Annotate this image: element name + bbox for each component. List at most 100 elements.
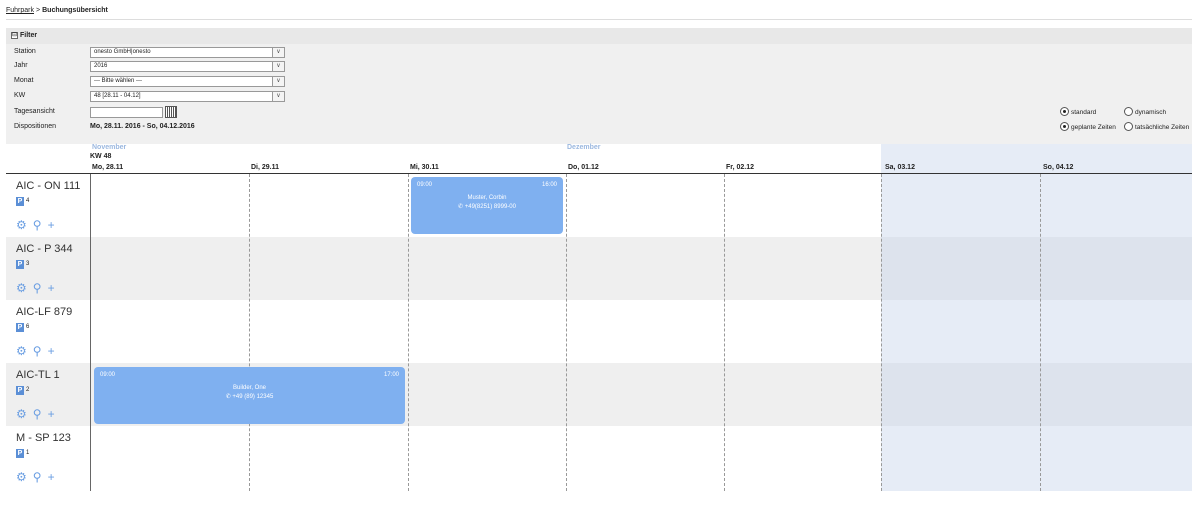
radio-icon[interactable] (1124, 107, 1133, 116)
grid-line (1040, 174, 1041, 491)
vehicle-name: AIC - P 344 (16, 243, 73, 255)
booking-block[interactable]: 09:00 17:00 Builder, One ✆ +49 (89) 1234… (94, 367, 405, 424)
booking-end-time: 17:00 (383, 372, 399, 378)
plus-icon[interactable]: + (48, 219, 55, 231)
page-title: Buchungsübersicht (42, 7, 108, 14)
p-badge: P (16, 260, 24, 269)
chevron-down-icon[interactable]: ∨ (272, 62, 284, 71)
vehicle-row (6, 426, 1192, 489)
gear-icon[interactable]: ⚙ (16, 219, 27, 231)
collapse-icon[interactable]: ⊟ (11, 32, 18, 39)
filter-panel: ⊟ Filter Station onesto GmbH|onesto ∨ Jah… (6, 28, 1192, 144)
booking-block[interactable]: 09:00 16:00 Muster, Corbin ✆ +49(8251) 8… (411, 177, 563, 234)
tagesansicht-label: Tagesansicht (14, 108, 55, 115)
p-count: 4 (26, 198, 30, 204)
vehicle-name: M - SP 123 (16, 432, 71, 444)
plus-icon[interactable]: + (48, 471, 55, 483)
vehicle-name: AIC-LF 879 (16, 306, 73, 318)
vehicle-actions: ⚙ ⚲ + (16, 471, 61, 483)
plus-icon[interactable]: + (48, 408, 55, 420)
vehicle-name: AIC - ON 111 (16, 180, 81, 192)
vehicle-cell: M - SP 123 P 1 ⚙ ⚲ + (6, 426, 90, 489)
grid-line (881, 174, 882, 491)
view-standard-radio[interactable]: standard (1060, 107, 1096, 116)
month-label-november: November (92, 144, 127, 151)
vehicle-actions: ⚙ ⚲ + (16, 282, 61, 294)
radio-icon[interactable] (1124, 122, 1133, 131)
grid-line (724, 174, 725, 491)
breadcrumb-link-fuhrpark[interactable]: Fuhrpark (6, 7, 34, 14)
monat-label: Monat (14, 77, 34, 84)
plus-icon[interactable]: + (48, 282, 55, 294)
gear-icon[interactable]: ⚙ (16, 408, 27, 420)
kw-select[interactable]: 48 [28.11 - 04.12] ∨ (90, 91, 285, 102)
vehicle-row (6, 300, 1192, 363)
station-value: onesto GmbH|onesto (94, 49, 151, 55)
p-badge: P (16, 197, 24, 206)
station-select[interactable]: onesto GmbH|onesto ∨ (90, 47, 285, 58)
search-icon[interactable]: ⚲ (33, 219, 42, 231)
p-badge: P (16, 449, 24, 458)
dispositionen-row: Dispositionen Mo, 28.11. 2016 - So, 04.1… (6, 122, 406, 134)
gear-icon[interactable]: ⚙ (16, 282, 27, 294)
vehicle-actions: ⚙ ⚲ + (16, 408, 61, 420)
chevron-down-icon[interactable]: ∨ (272, 48, 284, 57)
vehicle-cell: AIC - P 344 P 3 ⚙ ⚲ + (6, 237, 90, 300)
p-count: 3 (26, 261, 30, 267)
vehicle-row (6, 174, 1192, 237)
gear-icon[interactable]: ⚙ (16, 345, 27, 357)
p-badge: P (16, 323, 24, 332)
radio-selected-icon[interactable] (1060, 122, 1069, 131)
tagesansicht-input[interactable] (90, 107, 163, 118)
grid-line (90, 174, 91, 491)
kw-label: KW (14, 92, 26, 99)
vehicle-actions: ⚙ ⚲ + (16, 219, 61, 231)
jahr-select[interactable]: 2016 ∨ (90, 61, 285, 72)
station-label: Station (14, 48, 36, 55)
p-count: 1 (26, 450, 30, 456)
booking-end-time: 16:00 (541, 182, 557, 188)
filter-title: Filter (20, 32, 38, 39)
weekend-cell (881, 363, 1192, 426)
header-bottom-line (6, 173, 1192, 174)
search-icon[interactable]: ⚲ (33, 345, 42, 357)
radio-selected-icon[interactable] (1060, 107, 1069, 116)
time-geplant-radio[interactable]: geplante Zeiten (1060, 122, 1116, 131)
grid-line (566, 174, 567, 491)
plus-icon[interactable]: + (48, 345, 55, 357)
header-divider (6, 19, 1192, 20)
time-tatsaechlich-radio[interactable]: tatsächliche Zeiten (1124, 122, 1189, 131)
chevron-down-icon[interactable]: ∨ (272, 77, 284, 86)
gear-icon[interactable]: ⚙ (16, 471, 27, 483)
search-icon[interactable]: ⚲ (33, 471, 42, 483)
p-count: 6 (26, 324, 30, 330)
month-label-dezember: Dezember (567, 144, 601, 151)
vehicle-row (6, 237, 1192, 300)
booking-calendar: November Dezember KW 48 Mo, 28.11 Di, 29… (6, 144, 1192, 491)
view-dynamisch-label: dynamisch (1135, 109, 1167, 116)
vehicle-cell: AIC - ON 111 P 4 ⚙ ⚲ + (6, 174, 90, 237)
jahr-label: Jahr (14, 62, 28, 69)
vehicle-cell: AIC-TL 1 P 2 ⚙ ⚲ + (6, 363, 90, 426)
view-standard-label: standard (1071, 109, 1097, 116)
booking-phone: ✆ +49 (89) 12345 (225, 394, 274, 400)
view-dynamisch-radio[interactable]: dynamisch (1124, 107, 1166, 116)
monat-select[interactable]: --- Bitte wählen --- ∨ (90, 76, 285, 87)
p-badge: P (16, 386, 24, 395)
search-icon[interactable]: ⚲ (33, 408, 42, 420)
filter-header[interactable]: ⊟ Filter (6, 28, 1192, 44)
jahr-value: 2016 (94, 63, 108, 69)
breadcrumb-separator: > (36, 7, 41, 14)
grid-line (408, 174, 409, 491)
monat-value: --- Bitte wählen --- (94, 78, 143, 84)
time-geplant-label: geplante Zeiten (1071, 124, 1116, 131)
week-label: KW 48 (90, 153, 112, 160)
dispositionen-value: Mo, 28.11. 2016 - So, 04.12.2016 (90, 123, 195, 130)
search-icon[interactable]: ⚲ (33, 282, 42, 294)
booking-customer: Muster, Corbin (467, 195, 507, 201)
chevron-down-icon[interactable]: ∨ (272, 92, 284, 101)
calendar-icon[interactable] (165, 106, 177, 118)
booking-start-time: 09:00 (100, 372, 116, 378)
booking-start-time: 09:00 (417, 182, 433, 188)
tagesansicht-row: Tagesansicht (6, 106, 306, 119)
